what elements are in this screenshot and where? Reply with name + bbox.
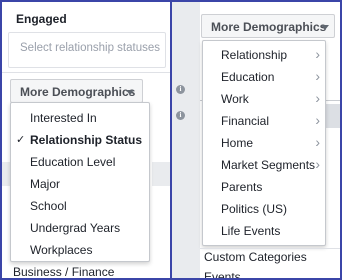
menu-item-major[interactable]: Major [11,174,149,195]
business-finance-item[interactable]: Business / Finance [13,265,114,278]
relationship-status-input[interactable]: Select relationship statuses [8,32,166,68]
chevron-right-icon: › [315,134,320,150]
checkmark-icon: ✓ [16,134,26,146]
more-demographics-button[interactable]: More Demographics [10,79,143,103]
menu-item-education-level[interactable]: Education Level [11,152,149,173]
info-icon[interactable]: i [176,111,185,120]
chevron-right-icon: › [315,68,320,84]
menu-item-relationship[interactable]: Relationship › [203,45,325,67]
chevron-right-icon: › [315,46,320,62]
list-highlight-strip-right [152,162,170,186]
section-divider [2,72,170,73]
relationship-status-placeholder: Select relationship statuses [20,42,160,54]
menu-item-work[interactable]: Work › [203,89,325,111]
chevron-right-icon: › [315,156,320,172]
menu-item-life-events[interactable]: Life Events [203,221,325,243]
engaged-label: Engaged [16,12,67,26]
right-highlight-strip [324,104,340,128]
menu-item-parents[interactable]: Parents [203,177,325,199]
menu-item-financial[interactable]: Financial › [203,111,325,133]
custom-categories-item[interactable]: Custom Categories [204,250,307,264]
info-icon[interactable]: i [176,85,185,94]
menu-item-home[interactable]: Home › [203,133,325,155]
menu-item-market-segments[interactable]: Market Segments › [203,155,325,177]
menu-item-interested-in[interactable]: Interested In [11,108,149,129]
menu-item-politics-us[interactable]: Politics (US) [203,199,325,221]
right-list-divider [200,248,340,249]
more-demographics-label: More Demographics [20,85,136,99]
menu-item-undergrad-years[interactable]: Undergrad Years [11,218,149,239]
menu-item-relationship-status[interactable]: ✓ Relationship Status [11,130,149,151]
chevron-right-icon: › [315,112,320,128]
demographics-dropdown-menu: Interested In ✓ Relationship Status Educ… [10,102,150,262]
menu-item-education[interactable]: Education › [203,67,325,89]
more-demographics-menu: Relationship › Education › Work › Financ… [202,40,326,246]
more-demographics-label: More Demographics [211,20,327,34]
menu-item-school[interactable]: School [11,196,149,217]
more-demographics-button-right[interactable]: More Demographics [201,14,335,38]
left-panel: Engaged Select relationship statuses Mor… [2,2,170,278]
screenshot-frame: Engaged Select relationship statuses Mor… [0,0,342,280]
menu-item-workplaces[interactable]: Workplaces [11,240,149,261]
events-item[interactable]: Events [204,270,241,278]
chevron-right-icon: › [315,90,320,106]
caret-down-icon [126,90,134,95]
caret-down-icon [321,25,329,30]
